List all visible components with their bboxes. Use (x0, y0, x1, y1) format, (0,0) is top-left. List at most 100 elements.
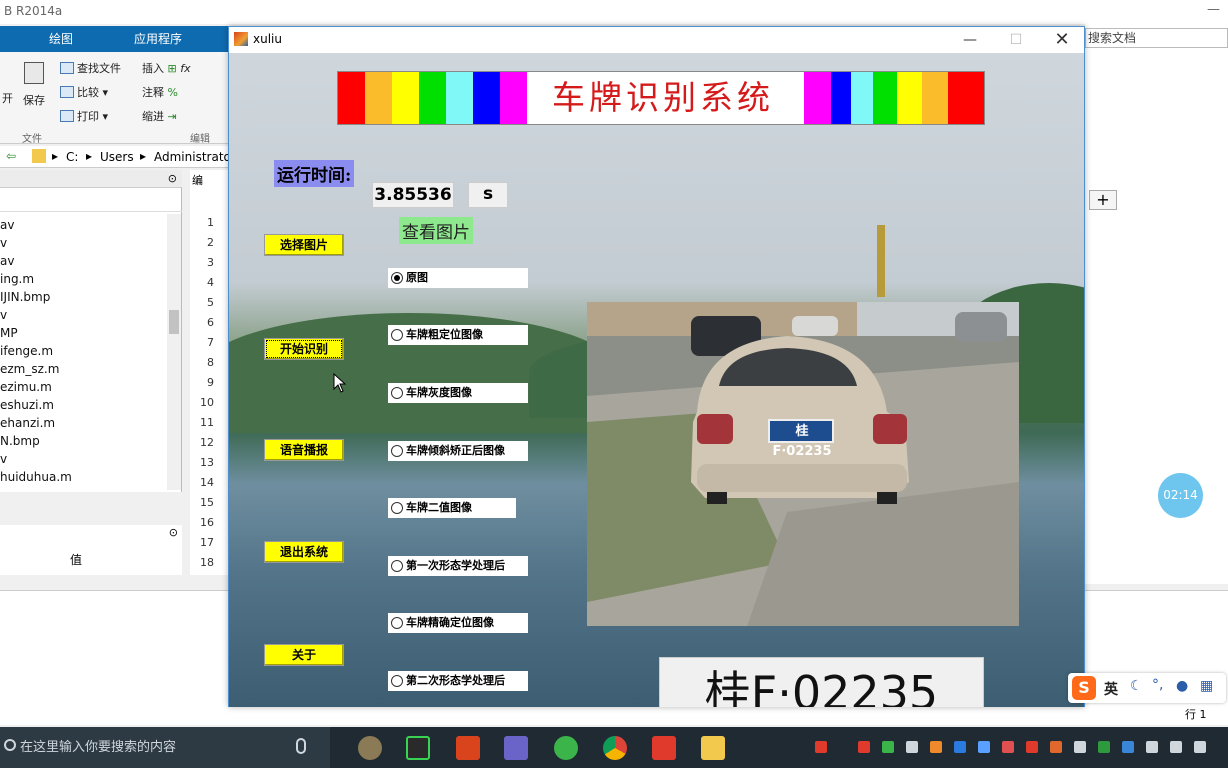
tab-plots[interactable]: 绘图 (20, 26, 102, 52)
keyboard-icon[interactable]: ▦ (1200, 678, 1213, 694)
radio-second-morph[interactable]: 第二次形态学处理后 (388, 671, 528, 691)
punctuation-icon[interactable]: °, (1152, 677, 1163, 693)
tray-icon[interactable] (1050, 741, 1062, 753)
breadcrumb-admin[interactable]: Administrato (154, 150, 231, 164)
name-column-header[interactable] (0, 192, 182, 212)
tab-apps[interactable]: 应用程序 (116, 26, 200, 52)
file-item[interactable]: v (0, 452, 7, 466)
tray-icon[interactable] (882, 741, 894, 753)
window-titlebar[interactable]: xuliu — ☐ ✕ (229, 27, 1084, 53)
bluetooth-icon[interactable] (978, 741, 990, 753)
address-bar[interactable]: ⇦ ▸ C: ▸ Users ▸ Administrato (0, 146, 231, 168)
ime-language[interactable]: 英 (1104, 679, 1118, 699)
print-button[interactable]: 打印 ▾ (60, 108, 108, 124)
radio-coarse-locate[interactable]: 车牌粗定位图像 (388, 325, 528, 345)
taskbar-app-icon[interactable] (358, 736, 382, 760)
file-scrollbar[interactable] (167, 214, 181, 490)
microphone-icon[interactable]: ● (1176, 678, 1188, 694)
indent-button[interactable]: 缩进 ⇥ (142, 108, 177, 124)
file-item[interactable]: MP (0, 326, 18, 340)
search-docs-input[interactable]: 搜索文档 (1085, 28, 1228, 48)
taskbar-app-icon[interactable] (504, 736, 528, 760)
file-item[interactable]: ing.m (0, 272, 34, 286)
car-photo: 桂F·02235 (587, 302, 1019, 626)
file-item[interactable]: av (0, 254, 14, 268)
current-folder-panel: ⊙ av v av ing.m IJIN.bmp v MP ifenge.m e… (0, 170, 182, 492)
radio-binary[interactable]: 车牌二值图像 (388, 498, 516, 518)
group-edit-label: 编辑 (190, 134, 210, 145)
taskbar-app-icon[interactable] (554, 736, 578, 760)
tray-icon[interactable] (1026, 741, 1038, 753)
file-item[interactable]: v (0, 236, 7, 250)
file-item[interactable]: ehanzi.m (0, 416, 55, 430)
maximize-button[interactable]: ☐ (993, 27, 1039, 53)
file-item[interactable]: ifenge.m (0, 344, 53, 358)
close-button[interactable]: ✕ (1039, 27, 1085, 53)
tray-icon[interactable] (1074, 741, 1086, 753)
scrollbar-thumb[interactable] (169, 310, 179, 334)
file-explorer-icon[interactable] (701, 736, 725, 760)
moon-icon[interactable]: ☾ (1130, 678, 1143, 694)
wifi-icon[interactable] (1170, 741, 1182, 753)
pycharm-icon[interactable] (406, 736, 430, 760)
add-tab-icon[interactable]: + (1089, 190, 1117, 210)
panel-menu-icon[interactable]: ⊙ (168, 172, 177, 185)
voice-broadcast-button[interactable]: 语音播报 (264, 439, 344, 461)
editor-tab[interactable]: 编 (192, 172, 203, 188)
network-icon[interactable] (1194, 741, 1206, 753)
tray-icon[interactable] (858, 741, 870, 753)
breadcrumb-drive[interactable]: C: (66, 150, 78, 164)
tray-icon[interactable] (1002, 741, 1014, 753)
exit-system-button[interactable]: 退出系统 (264, 541, 344, 563)
title-banner: 车牌识别系统 (337, 71, 985, 125)
wps-icon[interactable] (652, 736, 676, 760)
workspace-panel: ⊙ 值 (0, 525, 182, 575)
panel-header (0, 170, 182, 188)
tray-icon[interactable] (954, 741, 966, 753)
save-icon[interactable] (24, 62, 44, 84)
group-file-label: 文件 (22, 134, 42, 145)
radio-tilt-correct[interactable]: 车牌倾斜矫正后图像 (388, 441, 528, 461)
tray-icon[interactable] (906, 741, 918, 753)
chrome-icon[interactable] (603, 736, 627, 760)
workspace-value-header[interactable]: 值 (70, 551, 82, 568)
up-folder-icon[interactable]: ⇦ (6, 149, 16, 163)
file-item[interactable]: eshuzi.m (0, 398, 54, 412)
file-item[interactable]: N.bmp (0, 434, 40, 448)
breadcrumb-users[interactable]: Users (100, 150, 134, 164)
file-item[interactable]: huiduhua.m (0, 470, 72, 484)
tray-icon[interactable] (930, 741, 942, 753)
radio-first-morph[interactable]: 第一次形态学处理后 (388, 556, 528, 576)
comment-button[interactable]: 注释 % (142, 84, 178, 100)
select-image-button[interactable]: 选择图片 (264, 234, 344, 256)
insert-button[interactable]: 插入 ⊞ fx (142, 60, 191, 76)
file-item[interactable]: v (0, 308, 7, 322)
radio-grayscale[interactable]: 车牌灰度图像 (388, 383, 528, 403)
clock-bubble[interactable]: 02:14 (1158, 473, 1203, 518)
panel-menu-icon[interactable]: ⊙ (169, 526, 178, 539)
line-number: 8 (207, 356, 214, 369)
file-item[interactable]: ezm_sz.m (0, 362, 59, 376)
line-number: 2 (207, 236, 214, 249)
file-item[interactable]: av (0, 218, 14, 232)
taskbar-search[interactable]: 在这里输入你要搜索的内容 (0, 727, 330, 768)
tray-icon[interactable] (1122, 741, 1134, 753)
open-button[interactable]: 开 (2, 90, 13, 106)
minimize-icon[interactable]: — (1207, 2, 1220, 17)
start-recognition-button[interactable]: 开始识别 (264, 338, 344, 360)
compare-button[interactable]: 比较 ▾ (60, 84, 108, 100)
find-files-button[interactable]: 查找文件 (60, 60, 121, 76)
file-item[interactable]: ezimu.m (0, 380, 52, 394)
matlab-taskbar-icon[interactable] (456, 736, 480, 760)
file-item[interactable]: IJIN.bmp (0, 290, 50, 304)
radio-original[interactable]: 原图 (388, 268, 528, 288)
microphone-icon[interactable] (296, 738, 306, 754)
radio-precise-locate[interactable]: 车牌精确定位图像 (388, 613, 528, 633)
about-button[interactable]: 关于 (264, 644, 344, 666)
tray-icon[interactable] (1098, 741, 1110, 753)
save-button[interactable]: 保存 (23, 92, 45, 108)
tray-icon[interactable] (815, 741, 827, 753)
volume-icon[interactable] (1146, 741, 1158, 753)
minimize-button[interactable]: — (947, 27, 993, 53)
ime-toolbar[interactable]: S 英 ☾ °, ● ▦ (1068, 673, 1226, 703)
